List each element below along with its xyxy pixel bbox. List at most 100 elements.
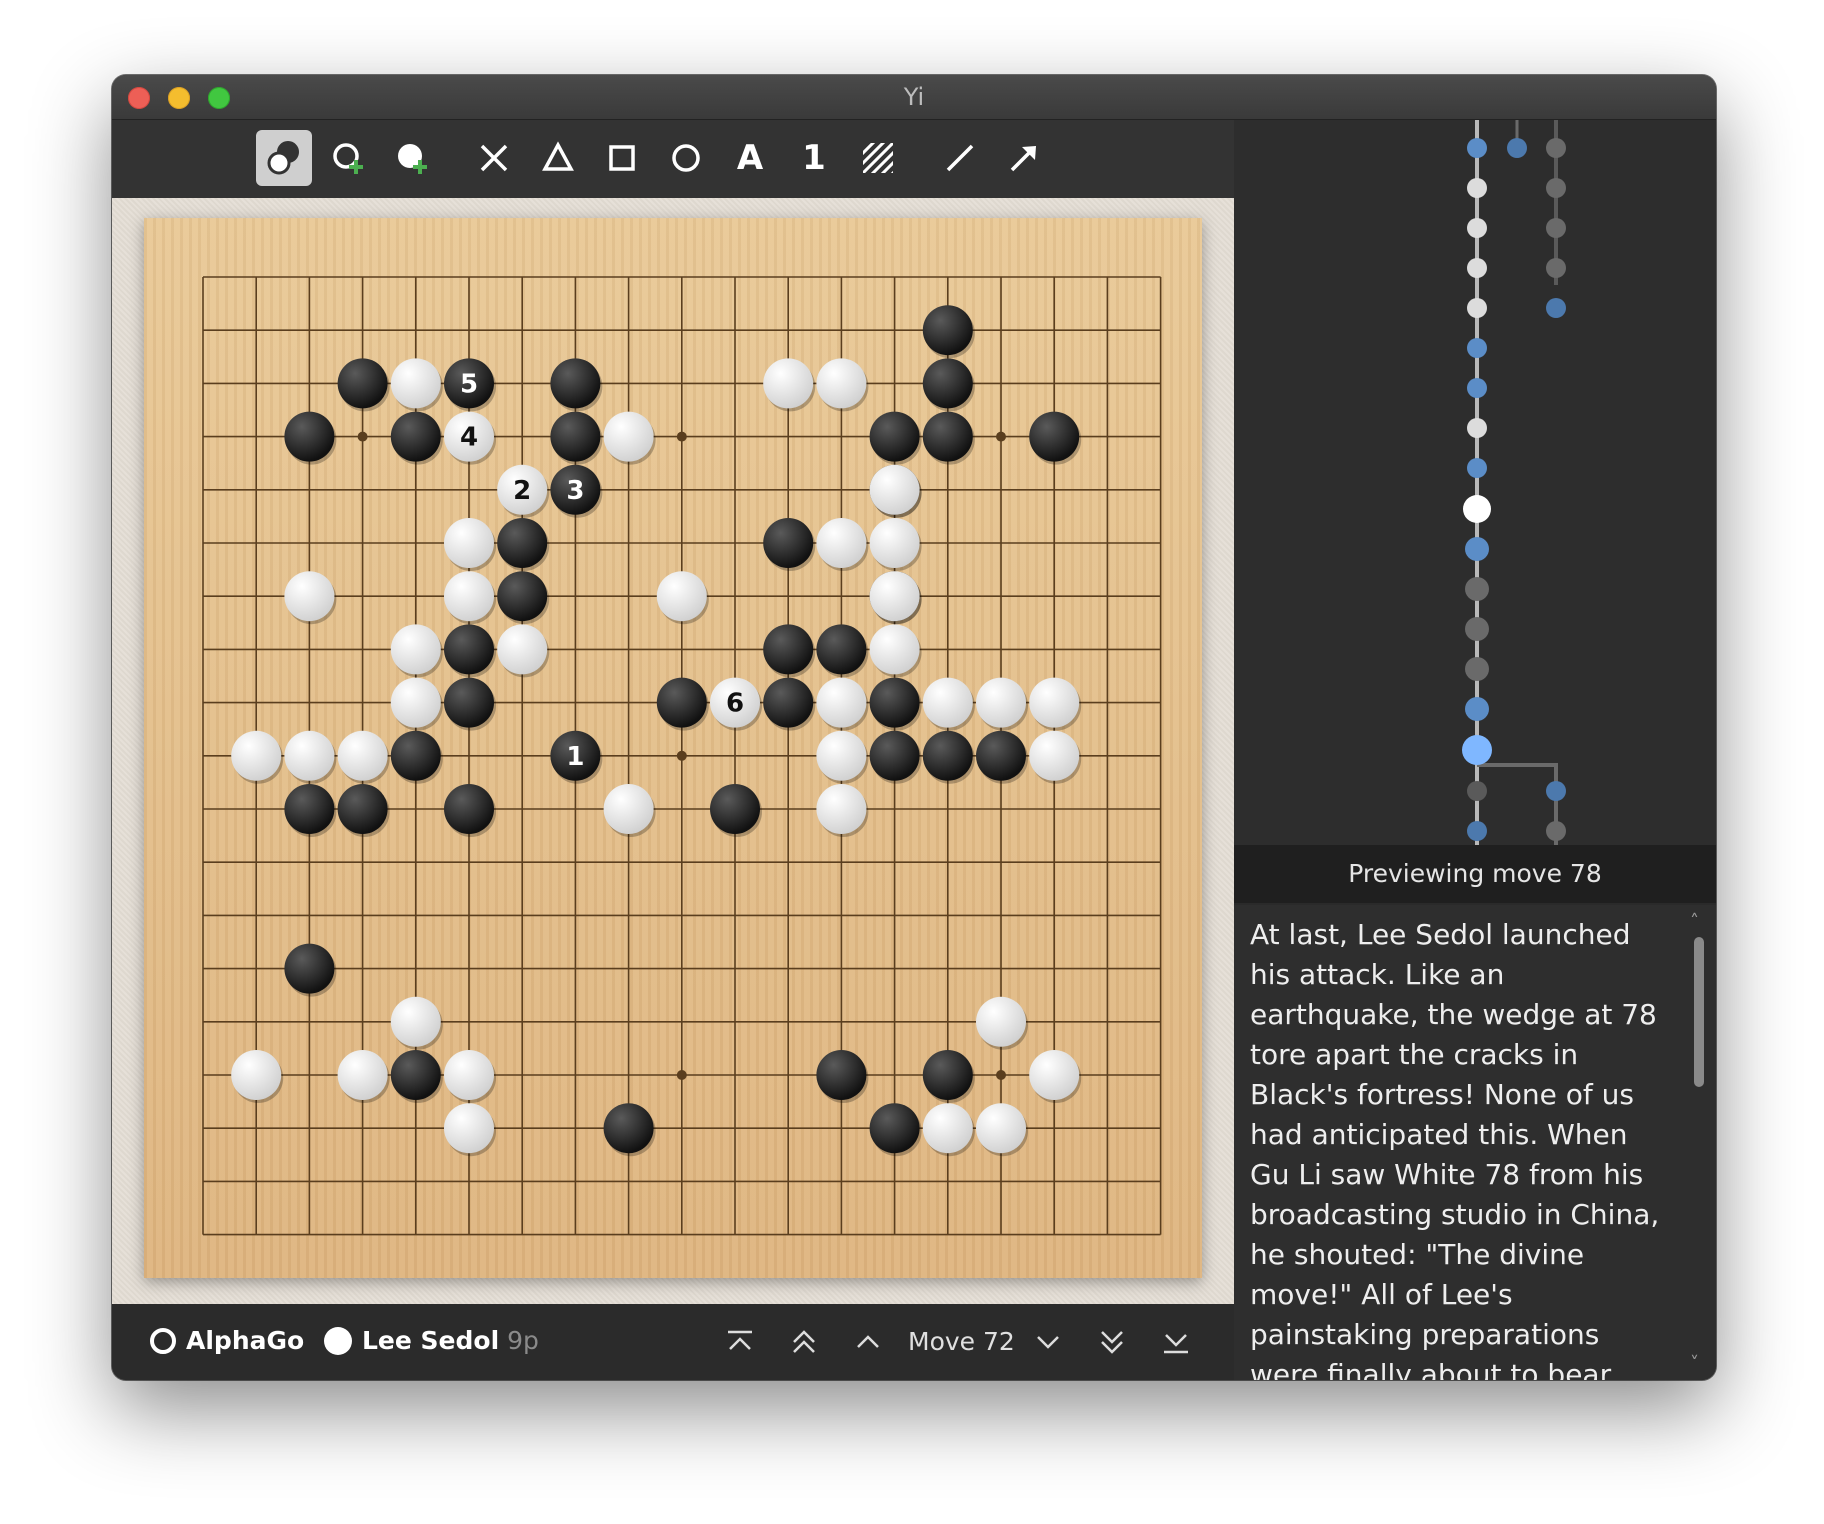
previous-fork-button[interactable]	[784, 1326, 824, 1358]
tree-node[interactable]	[1465, 697, 1489, 721]
white-stone[interactable]	[390, 358, 441, 409]
black-stone[interactable]	[284, 943, 335, 994]
black-stone[interactable]	[550, 358, 601, 409]
black-stone[interactable]	[869, 1103, 920, 1154]
black-stone[interactable]	[922, 305, 973, 356]
white-stone[interactable]	[231, 1050, 282, 1100]
black-stone[interactable]	[922, 358, 973, 409]
tree-node[interactable]	[1465, 577, 1489, 601]
add-white-stone-button[interactable]	[320, 130, 376, 186]
next-move-button[interactable]	[1028, 1326, 1068, 1358]
white-stone[interactable]	[337, 1050, 388, 1100]
black-stone[interactable]	[869, 730, 920, 781]
black-stone[interactable]	[337, 358, 388, 409]
white-stone[interactable]	[763, 358, 814, 409]
white-stone[interactable]	[869, 518, 920, 568]
black-stone[interactable]	[816, 624, 867, 675]
comment-scrollbar[interactable]: ˄ ˅	[1688, 911, 1708, 1374]
tree-node[interactable]	[1465, 537, 1489, 561]
white-stone[interactable]	[869, 624, 920, 675]
white-stone[interactable]	[816, 358, 867, 409]
white-stone[interactable]	[1029, 1050, 1080, 1100]
cross-mark-button[interactable]	[466, 130, 522, 186]
black-stone[interactable]	[497, 518, 548, 568]
black-stone[interactable]	[550, 411, 601, 462]
game-tree[interactable]	[1234, 120, 1716, 845]
black-stone[interactable]	[869, 677, 920, 728]
arrow-tool-button[interactable]	[996, 130, 1052, 186]
scroll-up-icon[interactable]: ˄	[1690, 911, 1699, 932]
black-stone[interactable]	[816, 1050, 867, 1100]
white-stone[interactable]	[603, 784, 654, 834]
black-stone[interactable]	[763, 624, 814, 675]
black-stone[interactable]	[390, 1050, 441, 1100]
next-fork-button[interactable]	[1092, 1326, 1132, 1358]
tree-node[interactable]	[1546, 178, 1566, 198]
black-stone[interactable]	[390, 730, 441, 781]
white-stone[interactable]	[656, 571, 707, 622]
black-stone[interactable]	[710, 784, 760, 834]
previous-move-button[interactable]	[848, 1326, 888, 1358]
label-tool-button[interactable]: A	[722, 130, 778, 186]
black-stone[interactable]	[337, 784, 388, 834]
tree-node-preview[interactable]	[1462, 735, 1492, 765]
tree-node[interactable]	[1467, 138, 1487, 158]
black-stone[interactable]	[922, 730, 973, 781]
white-stone[interactable]	[816, 677, 867, 728]
black-stone[interactable]	[1029, 411, 1080, 462]
white-stone[interactable]	[603, 411, 654, 462]
tree-node[interactable]	[1465, 657, 1489, 681]
stone-tool-button[interactable]	[256, 130, 312, 186]
tree-node[interactable]	[1467, 338, 1487, 358]
white-stone[interactable]	[976, 1103, 1026, 1154]
tree-node[interactable]	[1467, 821, 1487, 841]
tree-node[interactable]	[1467, 781, 1487, 801]
number-tool-button[interactable]: 1	[786, 130, 842, 186]
black-stone[interactable]	[922, 411, 973, 462]
triangle-mark-button[interactable]	[530, 130, 586, 186]
hatch-tool-button[interactable]	[850, 130, 906, 186]
black-stone[interactable]	[656, 677, 707, 728]
white-stone[interactable]	[922, 1103, 973, 1154]
square-mark-button[interactable]	[594, 130, 650, 186]
black-stone[interactable]	[444, 677, 494, 728]
white-stone[interactable]	[444, 571, 494, 622]
comment-box[interactable]: At last, Lee Sedol launched his attack. …	[1234, 905, 1716, 1380]
go-board[interactable]: 1 2 3 4 5 6	[144, 218, 1202, 1278]
tree-node-current[interactable]	[1463, 495, 1491, 523]
black-stone[interactable]	[763, 518, 814, 568]
tree-node[interactable]	[1546, 138, 1566, 158]
scroll-down-icon[interactable]: ˅	[1690, 1353, 1699, 1374]
white-stone[interactable]	[869, 571, 920, 622]
white-stone[interactable]	[976, 677, 1026, 728]
tree-node[interactable]	[1467, 458, 1487, 478]
tree-node[interactable]	[1507, 138, 1527, 158]
white-stone[interactable]	[1029, 677, 1080, 728]
move-number[interactable]: Move 72	[908, 1327, 1015, 1356]
tree-node[interactable]	[1546, 258, 1566, 278]
tree-node[interactable]	[1467, 378, 1487, 398]
black-stone[interactable]	[976, 730, 1026, 781]
tree-node[interactable]	[1467, 298, 1487, 318]
tree-node[interactable]	[1467, 218, 1487, 238]
tree-node[interactable]	[1546, 821, 1566, 841]
tree-node[interactable]	[1467, 258, 1487, 278]
go-to-end-button[interactable]	[1156, 1326, 1196, 1358]
white-stone[interactable]	[390, 996, 441, 1047]
game-tree-graph[interactable]	[1234, 120, 1716, 845]
white-stone[interactable]	[390, 677, 441, 728]
white-stone[interactable]	[337, 730, 388, 781]
white-stone[interactable]	[1029, 730, 1080, 781]
white-stone[interactable]	[444, 518, 494, 568]
white-stone[interactable]	[816, 518, 867, 568]
white-stone[interactable]	[231, 730, 282, 781]
go-to-start-button[interactable]	[720, 1326, 760, 1358]
line-tool-button[interactable]	[932, 130, 988, 186]
white-stone[interactable]	[869, 464, 920, 515]
black-stone[interactable]	[922, 1050, 973, 1100]
white-stone[interactable]	[976, 996, 1026, 1047]
black-stone[interactable]	[444, 624, 494, 675]
tree-node[interactable]	[1546, 781, 1566, 801]
black-stone[interactable]	[763, 677, 814, 728]
black-stone[interactable]	[869, 411, 920, 462]
